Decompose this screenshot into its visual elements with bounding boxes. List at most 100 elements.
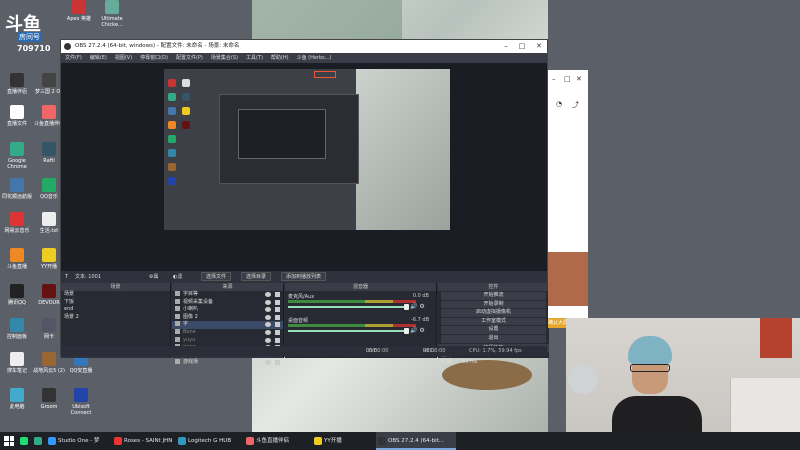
desktop-icon[interactable]: 同花顺远航版 (0, 178, 34, 200)
taskbar-item[interactable]: YY开播 (312, 432, 374, 450)
visibility-eye-icon[interactable] (265, 322, 271, 328)
speaker-icon[interactable]: 🔊 (410, 303, 417, 310)
menu-item[interactable]: 编辑(E) (90, 55, 107, 61)
source-item[interactable]: yuyu (172, 336, 283, 345)
control-button[interactable]: 设置 (441, 326, 546, 334)
desktop-icon[interactable]: Ultimate Chicke... (95, 0, 129, 28)
lock-icon[interactable] (275, 299, 280, 305)
desktop-icon[interactable]: 腾讯QQ (0, 284, 34, 306)
select-folder-button[interactable]: 选择目录 (241, 272, 272, 281)
desktop-icon[interactable]: Ubisoft Connect (64, 388, 98, 416)
menu-item[interactable]: 工具(T) (246, 55, 263, 61)
taskbar-app-icon (20, 437, 28, 445)
visibility-eye-icon[interactable] (265, 360, 271, 366)
scene-item[interactable]: end (61, 306, 170, 314)
taskbar-item[interactable] (18, 432, 32, 450)
speaker-icon[interactable]: 🔊 (410, 327, 417, 334)
control-button[interactable]: 工作室模式 (441, 317, 546, 326)
desktop-icon[interactable]: Groom (32, 388, 66, 410)
scene-item[interactable]: 下饭 (61, 299, 170, 307)
control-button[interactable]: 启动虚拟摄像机 (441, 309, 546, 317)
source-item[interactable]: 字目等 (172, 291, 283, 299)
desktop-icon[interactable]: 直播文件 (0, 105, 34, 127)
source-item[interactable]: 字 (172, 321, 283, 329)
lock-icon[interactable] (275, 337, 280, 343)
close-button[interactable]: ✕ (531, 40, 547, 53)
taskbar-item[interactable]: Logitech G HUB (176, 432, 242, 450)
visibility-eye-icon[interactable] (265, 292, 271, 297)
desktop-icon[interactable]: 斗鱼直播 (0, 248, 34, 270)
app-icon (105, 0, 119, 14)
menu-item[interactable]: 斗鱼 (Herbs...) (297, 55, 332, 61)
menu-item[interactable]: 视图(V) (115, 55, 132, 61)
control-button[interactable]: 开始推流 (441, 292, 546, 300)
control-button[interactable]: 退出 (441, 334, 546, 343)
visibility-eye-icon[interactable] (265, 299, 271, 305)
desktop-icon[interactable]: 网易云音乐 (0, 212, 34, 234)
fader-handle[interactable] (404, 304, 409, 310)
gear-icon[interactable]: ⚙ (419, 327, 424, 334)
taskbar-item[interactable]: Roses - SAINt JHN (112, 432, 174, 450)
lock-icon[interactable] (275, 307, 280, 313)
source-label: 图像 2 (183, 313, 198, 320)
side-badge[interactable]: 确认大屏 (548, 318, 568, 328)
desktop-icon[interactable]: Google Chrome (0, 142, 34, 170)
taskbar-item[interactable]: OBS 27.2.4 (64-bit... (376, 432, 456, 450)
obs-preview[interactable] (61, 63, 547, 271)
taskbar-item[interactable] (32, 432, 46, 450)
menu-item[interactable]: 帮助(H) (271, 55, 289, 61)
lock-icon[interactable] (275, 322, 280, 328)
volume-fader[interactable] (288, 330, 406, 332)
desktop-icon-label: 控制面板 (6, 334, 27, 340)
fader-handle[interactable] (404, 328, 409, 334)
source-label: 字目等 (183, 291, 199, 297)
lock-icon[interactable] (275, 314, 280, 320)
add-playlist-button[interactable]: 添加到播放列表 (281, 272, 327, 281)
minimize-button[interactable]: – (498, 40, 514, 53)
scene-item[interactable]: 场景 2 (61, 314, 170, 322)
maximize-button[interactable]: □ (514, 40, 530, 53)
source-item[interactable]: 图像 2 (172, 313, 283, 322)
menu-item[interactable]: 文件(F) (65, 55, 82, 61)
visibility-eye-icon[interactable] (265, 314, 271, 320)
menu-item[interactable]: 配置文件(P) (176, 55, 203, 61)
menu-item[interactable]: 场景集合(S) (211, 55, 238, 61)
source-type-icon (175, 313, 180, 319)
transition-duration[interactable]: 时长 50 ms (438, 359, 549, 367)
bell-icon[interactable]: ◔ (556, 100, 562, 108)
obs-window[interactable]: OBS 27.2.4 (64-bit, windows) - 配置文件: 未命名… (60, 39, 549, 366)
menu-item[interactable]: 停靠窗口(D) (140, 55, 168, 61)
lock-icon[interactable] (275, 360, 280, 366)
source-item[interactable]: 小喇叭 (172, 306, 283, 314)
gear-icon[interactable]: ⚙ (419, 303, 424, 310)
webcam-overlay (566, 318, 800, 438)
share-icon[interactable]: ⤴ (572, 100, 579, 110)
lock-icon[interactable] (275, 292, 280, 297)
desktop-icon[interactable]: Apex 英雄 (62, 0, 96, 22)
filters-button[interactable]: ◐ 滤镜 (173, 271, 182, 292)
desktop-icon[interactable]: 控制面板 (0, 318, 34, 340)
app-icon (42, 178, 56, 192)
volume-fader[interactable] (288, 306, 406, 308)
desktop-icon[interactable]: 搜车笔记 (0, 352, 34, 374)
desktop-icon[interactable]: 此电脑 (0, 388, 34, 410)
scene-item[interactable]: 场景 (61, 291, 170, 299)
taskbar-item[interactable]: 斗鱼直播伴侣 (244, 432, 310, 450)
taskbar-item[interactable]: Studio One - 梦三... (46, 432, 110, 450)
obs-titlebar[interactable]: OBS 27.2.4 (64-bit, windows) - 配置文件: 未命名… (61, 40, 547, 53)
select-file-button[interactable]: 选择文件 (201, 272, 232, 281)
visibility-eye-icon[interactable] (265, 307, 271, 313)
source-type-icon (175, 306, 180, 312)
lock-icon[interactable] (275, 329, 280, 335)
properties-button[interactable]: ⚙ 属性 (149, 271, 159, 292)
desktop-icon[interactable]: 直播伴侣 (0, 73, 34, 95)
obs-title: OBS 27.2.4 (64-bit, windows) - 配置文件: 未命名… (75, 43, 240, 49)
visibility-eye-icon[interactable] (265, 337, 271, 343)
windows-start-icon[interactable] (4, 436, 14, 446)
source-item[interactable]: 游戏场 (172, 359, 283, 367)
channel-db: -6.7 dB (411, 317, 429, 323)
visibility-eye-icon[interactable] (265, 329, 271, 335)
source-item[interactable]: Bone (172, 328, 283, 337)
control-button[interactable]: 开始录制 (441, 300, 546, 309)
taskbar-app-icon (48, 437, 56, 445)
